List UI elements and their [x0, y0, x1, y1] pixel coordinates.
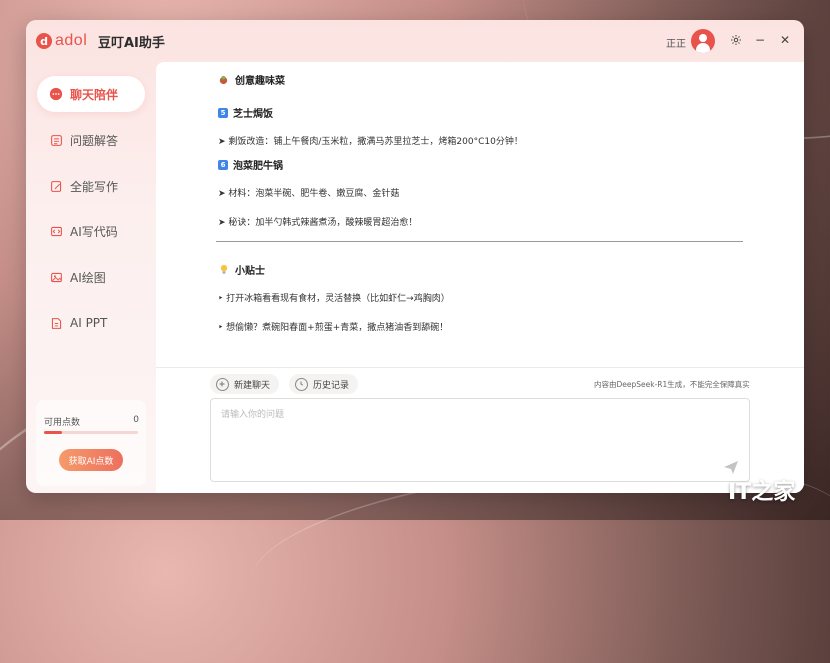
tip-line: ‣ 打开冰箱看看现有食材，灵活替换（比如虾仁→鸡胸肉）: [218, 294, 450, 304]
clock-icon: [295, 377, 308, 391]
history-button[interactable]: 历史记录: [289, 374, 359, 394]
sidebar-item-label: 问题解答: [70, 133, 119, 148]
sidebar-item-label: AI PPT: [70, 316, 108, 330]
tips-title: 小贴士: [218, 262, 265, 277]
divider: [216, 241, 743, 242]
logo-mark-icon: d: [36, 33, 52, 49]
lightbulb-icon: [218, 264, 229, 275]
disclaimer-text: 内容由DeepSeek-R1生成，不能完全保障真实: [594, 380, 750, 389]
app-logo: d adol: [36, 32, 87, 50]
points-value: 0: [133, 415, 139, 425]
recipe-title-text: 芝士焗饭: [233, 109, 273, 120]
tips-title-text: 小贴士: [235, 266, 265, 277]
chat-content: 创意趣味菜 5 芝士焗饭 ➤ 剩饭改造：铺上午餐肉/玉米粒，撒满马苏里拉芝士，烤…: [156, 62, 804, 367]
app-window: d adol 豆叮AI助手 正正 − ✕ 聊天陪伴 问题解答 全能写作 AI写代…: [26, 20, 804, 493]
new-chat-button[interactable]: 新建聊天: [210, 374, 280, 394]
new-chat-label: 新建聊天: [234, 380, 271, 391]
watermark-text: IT之家: [728, 480, 796, 505]
ppt-icon: [49, 316, 63, 330]
gear-icon: [731, 35, 741, 45]
recipe-title-text: 泡菜肥牛锅: [233, 161, 283, 172]
number-5-icon: 5: [218, 107, 228, 118]
close-button[interactable]: ✕: [777, 32, 793, 48]
question-input-box: [210, 398, 750, 482]
number-6-icon: 6: [218, 159, 228, 170]
logo-text: adol: [55, 32, 88, 49]
history-label: 历史记录: [313, 380, 350, 391]
send-icon: [724, 461, 738, 474]
sidebar-item-qa[interactable]: 问题解答: [37, 122, 145, 158]
settings-button[interactable]: [728, 32, 744, 48]
sidebar-item-chat[interactable]: 聊天陪伴: [37, 76, 145, 112]
dish-icon: [218, 74, 229, 85]
sidebar-item-draw[interactable]: AI绘图: [37, 259, 145, 295]
sidebar-item-ppt[interactable]: AI PPT: [37, 305, 145, 341]
sidebar-item-label: AI绘图: [70, 270, 106, 285]
plus-circle-icon: [216, 377, 229, 391]
image-icon: [49, 270, 63, 284]
points-card: 可用点数 0 获取AI点数: [36, 400, 146, 486]
points-progress-bar: [44, 431, 138, 434]
avatar[interactable]: [691, 29, 715, 53]
minimize-button[interactable]: −: [752, 32, 768, 48]
sidebar-item-label: AI写代码: [70, 224, 118, 239]
document-list-icon: [49, 133, 63, 147]
points-progress-fill: [44, 431, 62, 434]
recipe-line: ➤ 剩饭改造：铺上午餐肉/玉米粒，撒满马苏里拉芝士，烤箱200°C10分钟！: [218, 137, 523, 147]
chat-icon: [49, 87, 63, 101]
sidebar-item-label: 全能写作: [70, 179, 119, 194]
title-bar: d adol 豆叮AI助手 正正 − ✕: [26, 20, 804, 62]
section-title: 创意趣味菜: [218, 72, 285, 87]
sidebar: 聊天陪伴 问题解答 全能写作 AI写代码 AI绘图 AI PPT 可用点数 0 …: [26, 62, 156, 493]
app-title: 豆叮AI助手: [98, 36, 165, 51]
sidebar-item-code[interactable]: AI写代码: [37, 213, 145, 249]
section-title-text: 创意趣味菜: [235, 76, 285, 87]
chat-panel: 创意趣味菜 5 芝士焗饭 ➤ 剩饭改造：铺上午餐肉/玉米粒，撒满马苏里拉芝士，烤…: [156, 62, 804, 493]
recipe-line: ➤ 秘诀：加半勺韩式辣酱煮汤，酸辣暖胃超治愈！: [218, 218, 418, 228]
avatar-body-icon: [696, 43, 710, 53]
sidebar-item-label: 聊天陪伴: [70, 87, 119, 102]
avatar-head-icon: [699, 34, 707, 42]
question-input[interactable]: [211, 399, 749, 481]
tip-line: ‣ 想偷懒？煮碗阳春面+煎蛋+青菜，撒点猪油香到舔碗！: [218, 323, 449, 333]
code-icon: [49, 224, 63, 238]
composer-area: 新建聊天 历史记录 内容由DeepSeek-R1生成，不能完全保障真实: [156, 367, 804, 493]
recipe-line: ➤ 材料：泡菜半碗、肥牛卷、嫩豆腐、金针菇: [218, 189, 400, 199]
pen-icon: [49, 179, 63, 193]
recipe-title: 5 芝士焗饭: [218, 105, 273, 120]
recipe-title: 6 泡菜肥牛锅: [218, 157, 283, 172]
send-button[interactable]: [723, 459, 739, 475]
points-label: 可用点数: [44, 418, 81, 428]
get-points-button[interactable]: 获取AI点数: [59, 449, 123, 471]
username: 正正: [666, 39, 686, 50]
sidebar-item-writing[interactable]: 全能写作: [37, 168, 145, 204]
